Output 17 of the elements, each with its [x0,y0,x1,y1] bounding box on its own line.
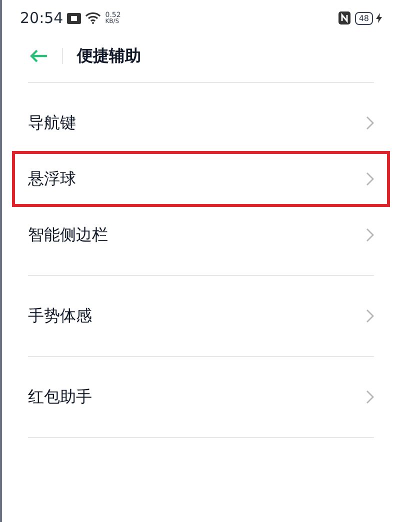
status-time: 20:54 [20,8,64,29]
chevron-right-icon [366,309,374,323]
chevron-right-icon [366,172,374,186]
chevron-right-icon [366,228,374,242]
wifi-icon [85,12,102,24]
settings-item[interactable]: 导航键 [28,95,374,151]
back-arrow-icon[interactable] [30,49,48,63]
page-title: 便捷辅助 [77,45,141,67]
battery-indicator: 48 [354,12,373,24]
settings-item[interactable]: 手势体感 [28,288,374,344]
notification-icon [67,12,82,24]
settings-item[interactable]: 红包助手 [28,369,374,425]
settings-item[interactable]: 智能侧边栏 [28,207,374,263]
nfc-icon [338,11,351,25]
chevron-right-icon [366,116,374,130]
settings-item[interactable]: 悬浮球 [12,151,390,207]
chevron-right-icon [366,390,374,404]
